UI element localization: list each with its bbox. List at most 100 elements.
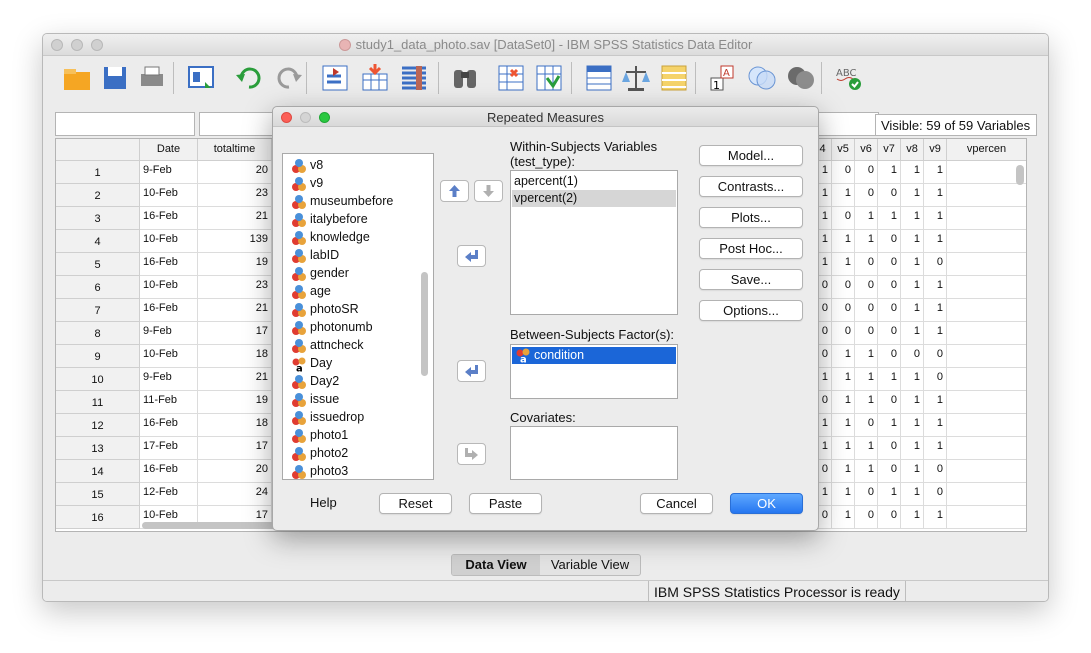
help-button[interactable]: Help	[310, 495, 337, 510]
vpercent-cell[interactable]	[947, 483, 1026, 506]
value-cell[interactable]: 1	[901, 506, 924, 529]
plots-button[interactable]: Plots...	[699, 207, 803, 228]
value-cell[interactable]: 0	[878, 345, 901, 368]
column-header[interactable]: v7	[878, 139, 901, 161]
date-cell[interactable]: 10-Feb	[140, 230, 198, 253]
value-cell[interactable]: 0	[832, 299, 855, 322]
split-file-icon[interactable]	[583, 62, 615, 94]
value-cell[interactable]: 1	[924, 322, 947, 345]
value-cell[interactable]: 1	[901, 276, 924, 299]
value-cell[interactable]: 1	[855, 207, 878, 230]
show-all-variables-icon[interactable]	[785, 62, 817, 94]
value-cell[interactable]: 0	[855, 299, 878, 322]
go-to-variable-icon[interactable]	[359, 62, 391, 94]
row-number[interactable]: 6	[56, 276, 140, 299]
value-cell[interactable]: 1	[901, 483, 924, 506]
undo-icon[interactable]	[233, 62, 265, 94]
value-cell[interactable]: 1	[924, 414, 947, 437]
totaltime-cell[interactable]: 20	[198, 460, 272, 483]
date-cell[interactable]: 16-Feb	[140, 414, 198, 437]
value-cell[interactable]: 0	[901, 345, 924, 368]
vpercent-cell[interactable]	[947, 207, 1026, 230]
totaltime-cell[interactable]: 20	[198, 161, 272, 184]
date-cell[interactable]: 17-Feb	[140, 437, 198, 460]
weight-cases-icon[interactable]	[620, 62, 652, 94]
row-number[interactable]: 5	[56, 253, 140, 276]
value-cell[interactable]: 0	[855, 161, 878, 184]
move-to-between-button[interactable]	[457, 360, 486, 382]
insert-variable-icon[interactable]	[533, 62, 565, 94]
date-cell[interactable]: 9-Feb	[140, 368, 198, 391]
date-cell[interactable]: 16-Feb	[140, 299, 198, 322]
value-cell[interactable]: 0	[878, 299, 901, 322]
vpercent-cell[interactable]	[947, 506, 1026, 529]
value-cell[interactable]: 0	[855, 184, 878, 207]
value-cell[interactable]: 0	[878, 184, 901, 207]
value-cell[interactable]: 1	[924, 276, 947, 299]
insert-cases-icon[interactable]	[495, 62, 527, 94]
variable-list-scrollbar[interactable]	[421, 272, 428, 376]
totaltime-cell[interactable]: 19	[198, 253, 272, 276]
value-cell[interactable]: 1	[901, 460, 924, 483]
value-cell[interactable]: 1	[878, 207, 901, 230]
contrasts-button[interactable]: Contrasts...	[699, 176, 803, 197]
value-cell[interactable]: 0	[855, 276, 878, 299]
value-cell[interactable]: 0	[855, 414, 878, 437]
source-variable-list[interactable]: v8 v9 museumbefore italybefore knowledge labI…	[282, 153, 434, 480]
value-cell[interactable]: 0	[878, 253, 901, 276]
row-number[interactable]: 9	[56, 345, 140, 368]
totaltime-cell[interactable]: 23	[198, 276, 272, 299]
value-cell[interactable]: 1	[924, 391, 947, 414]
column-header[interactable]: vpercen	[947, 139, 1026, 161]
date-cell[interactable]: 10-Feb	[140, 276, 198, 299]
value-cell[interactable]: 1	[832, 414, 855, 437]
paste-button[interactable]: Paste	[469, 493, 542, 514]
date-cell[interactable]: 10-Feb	[140, 345, 198, 368]
value-cell[interactable]: 1	[832, 460, 855, 483]
totaltime-cell[interactable]: 19	[198, 391, 272, 414]
value-cell[interactable]: 1	[832, 368, 855, 391]
value-cell[interactable]: 1	[901, 414, 924, 437]
value-cell[interactable]: 0	[924, 368, 947, 391]
cancel-button[interactable]: Cancel	[640, 493, 713, 514]
totaltime-cell[interactable]: 18	[198, 345, 272, 368]
totaltime-cell[interactable]: 17	[198, 437, 272, 460]
row-number[interactable]: 10	[56, 368, 140, 391]
totaltime-cell[interactable]: 17	[198, 322, 272, 345]
value-cell[interactable]: 1	[832, 230, 855, 253]
date-cell[interactable]: 16-Feb	[140, 253, 198, 276]
vpercent-cell[interactable]	[947, 391, 1026, 414]
column-header[interactable]: totaltime	[198, 139, 272, 161]
vpercent-cell[interactable]	[947, 460, 1026, 483]
value-cell[interactable]: 0	[878, 276, 901, 299]
value-cell[interactable]: 1	[901, 230, 924, 253]
use-sets-icon[interactable]	[746, 62, 778, 94]
column-header[interactable]: v8	[901, 139, 924, 161]
totaltime-cell[interactable]: 24	[198, 483, 272, 506]
value-cell[interactable]: 1	[901, 391, 924, 414]
value-cell[interactable]: 1	[855, 368, 878, 391]
ok-button[interactable]: OK	[730, 493, 803, 514]
value-cell[interactable]: 1	[832, 506, 855, 529]
value-cell[interactable]: 1	[924, 207, 947, 230]
value-cell[interactable]: 1	[924, 437, 947, 460]
date-cell[interactable]: 16-Feb	[140, 207, 198, 230]
row-number[interactable]: 16	[56, 506, 140, 529]
value-cell[interactable]: 0	[924, 253, 947, 276]
row-number[interactable]: 1	[56, 161, 140, 184]
value-cell[interactable]: 1	[855, 437, 878, 460]
within-subjects-item[interactable]: apercent(1)	[512, 173, 676, 190]
spell-check-icon[interactable]: ABC	[833, 62, 865, 94]
within-subjects-item[interactable]: vpercent(2)	[512, 190, 676, 207]
vpercent-cell[interactable]	[947, 253, 1026, 276]
value-cell[interactable]: 1	[901, 207, 924, 230]
totaltime-cell[interactable]: 139	[198, 230, 272, 253]
value-cell[interactable]: 1	[878, 414, 901, 437]
value-cell[interactable]: 1	[832, 437, 855, 460]
date-cell[interactable]: 16-Feb	[140, 460, 198, 483]
value-cell[interactable]: 0	[832, 207, 855, 230]
cell-reference-field[interactable]	[55, 112, 195, 136]
save-icon[interactable]	[99, 62, 131, 94]
vpercent-cell[interactable]	[947, 368, 1026, 391]
value-cell[interactable]: 1	[855, 230, 878, 253]
